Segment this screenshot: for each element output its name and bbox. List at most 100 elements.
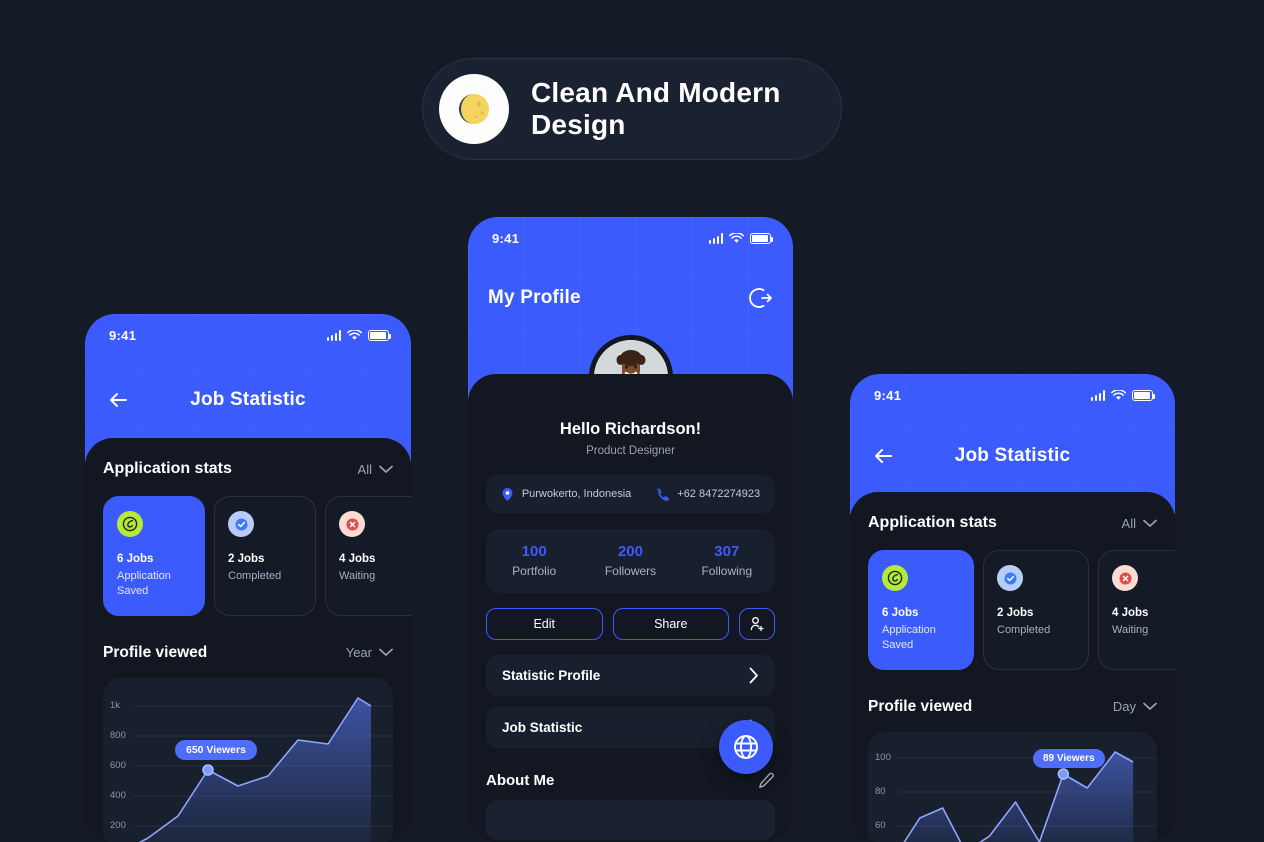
globe-fab-button[interactable]: [719, 720, 773, 774]
nav-right: Job Statistic: [850, 443, 1175, 469]
battery-icon: [1132, 390, 1156, 401]
close-circle-icon: [1112, 565, 1138, 591]
stat-card-saved[interactable]: 6 Jobs Application Saved: [868, 550, 974, 670]
wifi-icon: [347, 330, 362, 340]
highlight-point: [1057, 767, 1070, 780]
stat-label: Application Saved: [882, 624, 936, 651]
area-chart: [133, 696, 393, 842]
chevron-down-icon: [379, 465, 393, 473]
chart-filter[interactable]: Year: [346, 645, 393, 660]
add-user-button[interactable]: [739, 608, 775, 640]
status-time: 9:41: [109, 328, 137, 343]
stat-label: Waiting: [1112, 624, 1149, 636]
check-glyph: [235, 518, 247, 530]
status-bar-right: 9:41: [850, 374, 1175, 403]
about-header: About Me: [486, 772, 775, 789]
nav-mid: My Profile: [468, 286, 793, 310]
list-item-label: Statistic Profile: [502, 668, 601, 683]
signal-icon: [326, 330, 341, 341]
section-title: Profile viewed: [868, 697, 973, 715]
stats-filter-label: All: [357, 461, 372, 477]
share-button[interactable]: Share: [612, 608, 729, 640]
chart-profile-viewed-right: 100 80 60 89 Viewers: [868, 731, 1157, 842]
moon-glyph: [459, 94, 489, 124]
count-value: 100: [521, 543, 547, 560]
stat-jobs: 4 Jobs: [1112, 607, 1149, 619]
stat-label: Waiting: [339, 570, 376, 582]
phone-mid: 9:41 My Profile Hello Richardson! Produc…: [468, 217, 793, 842]
pencil-icon[interactable]: [758, 772, 775, 789]
wifi-icon: [729, 233, 744, 243]
signal-icon: [708, 233, 723, 244]
wifi-icon: [1111, 390, 1126, 400]
page-title: Job Statistic: [954, 445, 1071, 466]
profile-name: Hello Richardson!: [559, 420, 702, 438]
stats-filter[interactable]: All: [1122, 516, 1157, 531]
add-user-icon: [750, 617, 764, 632]
logout-icon[interactable]: [749, 286, 773, 310]
application-stats-header: Application stats All: [868, 514, 1157, 532]
edit-button[interactable]: Edit: [486, 608, 603, 640]
chevron-down-icon: [379, 648, 393, 657]
stat-label: Completed: [997, 624, 1051, 636]
status-time: 9:41: [492, 231, 520, 246]
globe-icon: [734, 735, 758, 759]
phone-text: +62 8472274923: [677, 488, 761, 500]
stat-card-waiting[interactable]: 4 Jobs Waiting: [1098, 550, 1175, 670]
battery-icon: [750, 233, 774, 244]
saved-icon: [882, 565, 908, 591]
check-glyph: [1004, 572, 1016, 584]
screen-job-statistic-left: 9:41 Job Statistic Application stats All…: [85, 314, 411, 842]
status-bar-mid: 9:41: [468, 217, 793, 246]
action-buttons: Edit Share: [486, 608, 775, 640]
section-title: Application stats: [868, 514, 997, 531]
highlight-point: [202, 763, 214, 776]
area-chart: [897, 750, 1157, 842]
banner-pill: Clean And Modern Design: [422, 58, 842, 160]
close-glyph: [346, 518, 358, 530]
count-label: Portfolio: [512, 564, 557, 578]
screen-my-profile: 9:41 My Profile Hello Richardson! Produc…: [468, 217, 793, 842]
stat-card-saved[interactable]: 6 Jobs Application Saved: [103, 496, 205, 616]
moon-icon: [439, 74, 509, 144]
status-bar-left: 9:41: [85, 314, 411, 343]
phone-icon: [657, 488, 670, 501]
check-circle-icon: [997, 565, 1023, 591]
stat-card-completed[interactable]: 2 Jobs Completed: [214, 496, 316, 616]
canvas: Clean And Modern Design 9:41 Job Statist…: [0, 0, 1264, 842]
stat-card-completed[interactable]: 2 Jobs Completed: [983, 550, 1089, 670]
screen-job-statistic-right: 9:41 Job Statistic Application stats All…: [850, 374, 1175, 842]
count-portfolio: 100 Portfolio: [486, 543, 582, 578]
stat-label: Completed: [228, 570, 282, 582]
list-item-statistic-profile[interactable]: Statistic Profile: [486, 655, 775, 696]
stat-jobs: 6 Jobs: [117, 553, 154, 565]
area-fill: [904, 751, 1134, 842]
stat-label: Application Saved: [117, 570, 171, 597]
sheet-right: Application stats All 6 Jobs Application…: [850, 492, 1175, 842]
section-title: Profile viewed: [103, 643, 208, 661]
application-stats-header: Application stats All: [103, 460, 393, 478]
count-following: 307 Following: [679, 543, 775, 578]
status-icons: [326, 330, 392, 341]
status-icons: [1090, 390, 1156, 401]
count-label: Followers: [604, 564, 657, 578]
stats-filter-label: All: [1121, 515, 1136, 531]
chart-profile-viewed-left: 1k 800 600 400 200 650 Viewers: [103, 677, 393, 842]
chart-filter[interactable]: Day: [1113, 699, 1157, 714]
saved-icon: [117, 511, 143, 537]
stat-jobs: 4 Jobs: [339, 553, 376, 565]
area-fill: [139, 697, 371, 842]
about-title: About Me: [486, 772, 555, 789]
about-box: [486, 800, 775, 840]
location-pin-icon: [502, 487, 513, 501]
stat-jobs: 2 Jobs: [997, 607, 1034, 619]
stat-jobs: 2 Jobs: [228, 553, 265, 565]
list-item-label: Job Statistic: [502, 720, 583, 735]
page-title: My Profile: [488, 287, 581, 308]
banner-title: Clean And Modern Design: [531, 77, 781, 140]
phone-right: 9:41 Job Statistic Application stats All…: [850, 374, 1175, 842]
stats-filter[interactable]: All: [358, 462, 393, 477]
close-glyph: [1119, 572, 1131, 584]
profile-viewed-header: Profile viewed Year: [103, 644, 393, 662]
stat-card-waiting[interactable]: 4 Jobs Waiting: [325, 496, 411, 616]
